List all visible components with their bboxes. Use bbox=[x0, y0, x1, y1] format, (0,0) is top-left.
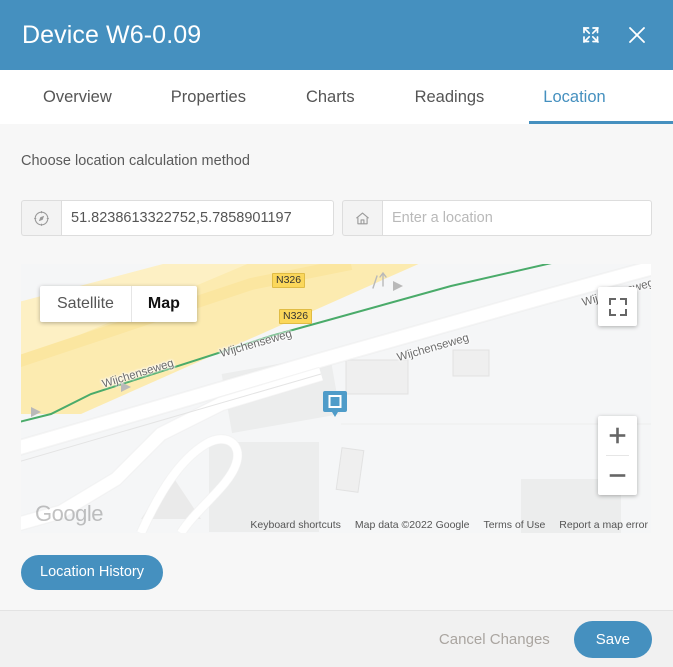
section-label: Choose location calculation method bbox=[21, 153, 250, 169]
report-map-error-link[interactable]: Report a map error bbox=[559, 519, 648, 531]
compass-icon[interactable] bbox=[21, 200, 61, 237]
map-data-copyright: Map data ©2022 Google bbox=[354, 519, 470, 532]
close-icon[interactable] bbox=[623, 21, 651, 49]
fullscreen-icon[interactable] bbox=[598, 287, 637, 327]
zoom-in-button[interactable] bbox=[598, 416, 637, 455]
map-type-label: Satellite bbox=[57, 295, 114, 313]
zoom-out-button[interactable] bbox=[598, 456, 637, 495]
tab-gap bbox=[126, 70, 157, 124]
cancel-changes-button[interactable]: Cancel Changes bbox=[433, 630, 556, 649]
map-type-label: Map bbox=[147, 295, 180, 313]
tab-charts[interactable]: Charts bbox=[292, 70, 369, 124]
location-history-wrap: Location History bbox=[21, 555, 652, 590]
titlebar-actions bbox=[577, 21, 651, 49]
tab-gap bbox=[498, 70, 529, 124]
tab-label: Location bbox=[543, 87, 606, 106]
tab-location[interactable]: Location bbox=[529, 70, 673, 124]
location-inputs-row bbox=[21, 200, 652, 237]
tab-gap bbox=[369, 70, 401, 124]
map-type-map-button[interactable]: Map bbox=[131, 286, 197, 322]
save-button[interactable]: Save bbox=[573, 620, 652, 658]
tabbar-left-spacer bbox=[0, 70, 29, 124]
home-icon[interactable] bbox=[342, 200, 382, 237]
map-type-satellite-button[interactable]: Satellite bbox=[40, 286, 131, 322]
dialog-footer: Cancel Changes Save bbox=[0, 610, 673, 667]
device-detail-dialog: Device W6-0.09 Overview Properties Chart… bbox=[0, 0, 673, 667]
tab-label: Readings bbox=[414, 87, 485, 106]
tab-readings[interactable]: Readings bbox=[401, 70, 499, 124]
device-marker-icon[interactable] bbox=[322, 390, 348, 427]
tab-label: Properties bbox=[170, 87, 246, 106]
coordinates-input[interactable] bbox=[61, 200, 334, 237]
tab-properties[interactable]: Properties bbox=[157, 70, 260, 124]
expand-arrows-icon[interactable] bbox=[577, 21, 605, 49]
page-title: Device W6-0.09 bbox=[22, 20, 202, 49]
location-panel: Choose location calculation method 51.82… bbox=[0, 124, 673, 610]
google-watermark: Google bbox=[35, 501, 103, 527]
dialog-titlebar: Device W6-0.09 bbox=[0, 0, 673, 70]
tab-gap bbox=[260, 70, 292, 124]
keyboard-shortcuts-link[interactable]: Keyboard shortcuts bbox=[250, 519, 340, 531]
tab-overview[interactable]: Overview bbox=[29, 70, 126, 124]
map-viewport[interactable]: Wijchenseweg Wijchenseweg Wijchenseweg W… bbox=[21, 264, 651, 534]
tab-label: Overview bbox=[43, 87, 112, 106]
road-shield-n326-1: N326 bbox=[272, 273, 306, 289]
coordinates-input-group bbox=[21, 200, 334, 237]
map-attribution: Keyboard shortcuts Map data ©2022 Google… bbox=[250, 519, 648, 531]
address-input-group bbox=[342, 200, 652, 237]
road-shield-n326-2: N326 bbox=[279, 309, 313, 325]
tabbar: Overview Properties Charts Readings Loca… bbox=[0, 70, 673, 124]
map-type-switch: Satellite Map bbox=[40, 286, 197, 323]
location-history-button[interactable]: Location History bbox=[21, 555, 163, 590]
terms-of-use-link[interactable]: Terms of Use bbox=[483, 519, 545, 531]
address-input[interactable] bbox=[382, 200, 652, 237]
map-zoom-controls bbox=[598, 416, 637, 496]
tab-label: Charts bbox=[305, 87, 355, 106]
